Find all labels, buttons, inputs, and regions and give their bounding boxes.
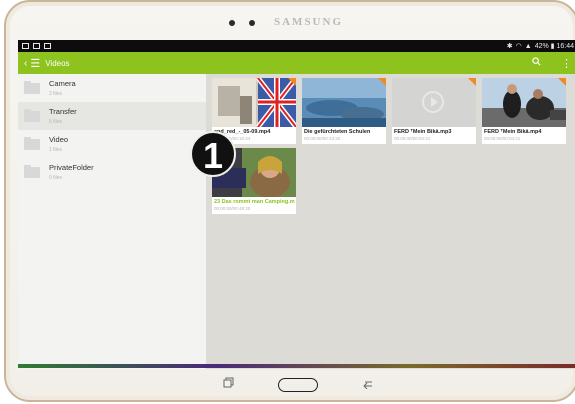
- overflow-menu-icon[interactable]: ⋮: [561, 57, 572, 70]
- video-duration: 00:00:00/00:04:21: [394, 136, 431, 141]
- folder-count: 1 files: [49, 147, 63, 153]
- new-badge-icon: [558, 78, 566, 86]
- folder-count: 0 files: [49, 175, 63, 181]
- video-title: 23 Das rommt man Camping.m: [214, 199, 295, 205]
- new-badge-icon: [378, 78, 386, 86]
- video-thumbnail: [212, 78, 296, 127]
- home-button-icon[interactable]: [278, 378, 318, 392]
- status-text: 42% ▮ 16:44: [534, 43, 574, 50]
- wifi-icon: ◠: [515, 43, 522, 50]
- video-duration: 00:00:00/00:04:21: [484, 136, 521, 141]
- recent-apps-icon[interactable]: [223, 376, 235, 391]
- page-title: Videos: [45, 58, 70, 68]
- play-placeholder-icon: [422, 91, 444, 113]
- front-sensor-icon: [229, 20, 235, 26]
- folder-icon: [24, 164, 40, 178]
- app-bar: ‹ ☰ Videos ⋮: [18, 52, 575, 74]
- folder-count: 2 files: [49, 91, 63, 97]
- back-icon[interactable]: [362, 378, 374, 392]
- video-title: Die gefürchteten Schulen: [304, 129, 371, 135]
- video-thumbnail: [482, 78, 566, 127]
- video-card[interactable]: FERD ᵀMein Bikä.mp3 00:00:00/00:04:21: [392, 78, 476, 144]
- video-duration: 00:00:00/00:48:20: [214, 206, 251, 211]
- video-thumbnail: [302, 78, 386, 127]
- folder-item-privatefolder[interactable]: PrivateFolder 0 files: [18, 158, 206, 186]
- front-camera-icon: [249, 20, 255, 26]
- video-title: FERD ᵀMein Bikä.mp3: [394, 129, 452, 135]
- video-thumbnail: [392, 78, 476, 127]
- new-badge-icon: [468, 78, 476, 86]
- hamburger-menu-icon[interactable]: ☰: [30, 57, 40, 70]
- video-card[interactable]: FERD ᵀMein Bikä.mp4 00:00:00/00:04:21: [482, 78, 566, 144]
- step-marker: 1: [190, 131, 236, 177]
- video-duration: 00:00:00/00:43:20: [304, 136, 341, 141]
- notification-icon: [22, 43, 29, 49]
- gallery-notification-icon: [33, 43, 40, 49]
- signal-icon: ▲: [524, 42, 532, 50]
- folder-name: PrivateFolder: [49, 163, 94, 172]
- folder-count: 5 files: [49, 119, 63, 125]
- folder-icon: [24, 136, 40, 150]
- folder-item-transfer[interactable]: Transfer 5 files: [18, 102, 206, 130]
- brand-logo: SAMSUNG: [274, 16, 344, 28]
- search-icon[interactable]: [532, 56, 541, 70]
- status-bar: ✱ ◠ ▲ 42% ▮ 16:44: [18, 40, 575, 52]
- folder-name: Video: [49, 135, 69, 144]
- folder-name: Transfer: [49, 107, 77, 116]
- screen: ✱ ◠ ▲ 42% ▮ 16:44 ‹ ☰ Videos ⋮ Camera 2 …: [18, 40, 575, 369]
- video-card[interactable]: Die gefürchteten Schulen 00:00:00/00:43:…: [302, 78, 386, 144]
- content-area: Camera 2 files Transfer 5 files Video 1 …: [18, 74, 575, 369]
- screenshot-notification-icon: [44, 43, 51, 49]
- video-title: FERD ᵀMein Bikä.mp4: [484, 129, 542, 135]
- new-badge-icon: [288, 78, 296, 86]
- video-grid: and_red_-_05-09.mp4 00:00:00/00:16:44 Di…: [206, 74, 575, 369]
- folder-icon: [24, 108, 40, 122]
- folder-list: Camera 2 files Transfer 5 files Video 1 …: [18, 74, 206, 369]
- back-arrow-icon[interactable]: ‹: [24, 58, 27, 69]
- folder-item-camera[interactable]: Camera 2 files: [18, 74, 206, 102]
- bluetooth-icon: ✱: [506, 43, 513, 50]
- folder-item-video[interactable]: Video 1 files: [18, 130, 206, 158]
- screen-bottom-edge: [18, 364, 575, 368]
- folder-icon: [24, 80, 40, 94]
- folder-name: Camera: [49, 79, 76, 88]
